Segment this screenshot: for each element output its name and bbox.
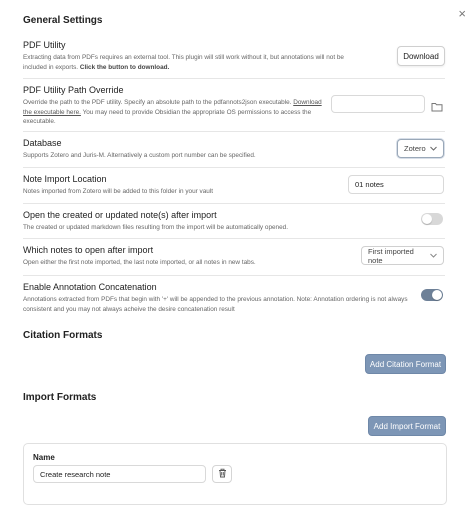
setting-description: The created or updated markdown files re… [23, 224, 288, 231]
setting-description: Open either the first note imported, the… [23, 259, 256, 266]
pdf-path-input[interactable] [331, 95, 425, 113]
import-format-name-input[interactable]: Create research note [33, 465, 206, 483]
setting-description: Annotations extracted from PDFs that beg… [23, 296, 408, 313]
setting-description: Extracting data from PDFs requires an ex… [23, 54, 344, 71]
divider [23, 238, 445, 239]
setting-description: Notes imported from Zotero will be added… [23, 188, 214, 195]
divider [23, 78, 445, 79]
chevron-down-icon [430, 251, 437, 260]
which-notes-select-value: First imported note [368, 246, 414, 265]
divider [23, 167, 445, 168]
concatenation-toggle[interactable] [421, 289, 443, 301]
setting-name: Database [23, 138, 62, 148]
setting-description: Supports Zotero and Juris-M. Alternative… [23, 152, 256, 159]
setting-description: Override the path to the PDF utility. Sp… [23, 99, 322, 125]
divider [23, 131, 445, 132]
download-button[interactable]: Download [397, 46, 445, 66]
folder-icon[interactable] [431, 99, 443, 112]
section-title-import: Import Formats [23, 392, 97, 403]
setting-name: Enable Annotation Concatenation [23, 282, 157, 292]
section-title-citation: Citation Formats [23, 330, 103, 341]
divider [23, 275, 445, 276]
section-title-general: General Settings [23, 15, 103, 26]
trash-icon [218, 465, 227, 483]
setting-pdf-utility: PDF Utility Extracting data from PDFs re… [23, 40, 447, 72]
which-notes-select[interactable]: First imported note [361, 246, 444, 265]
database-select-value: Zotero [404, 144, 426, 153]
download-hint: Click the button to download. [79, 63, 170, 71]
delete-import-format-button[interactable] [212, 465, 232, 483]
setting-name: PDF Utility [23, 40, 66, 50]
open-notes-toggle[interactable] [421, 213, 443, 225]
setting-name: Open the created or updated note(s) afte… [23, 210, 217, 220]
add-citation-format-button[interactable]: Add Citation Format [365, 354, 446, 374]
divider [23, 203, 445, 204]
setting-open-notes: Open the created or updated note(s) afte… [23, 210, 447, 233]
add-import-format-button[interactable]: Add Import Format [368, 416, 446, 436]
chevron-down-icon [430, 144, 437, 153]
name-label: Name [33, 453, 55, 462]
import-location-input[interactable]: 01 notes [348, 175, 444, 194]
setting-concatenation: Enable Annotation Concatenation Annotati… [23, 282, 447, 314]
setting-database: Database Supports Zotero and Juris-M. Al… [23, 138, 447, 161]
setting-name: PDF Utility Path Override [23, 85, 124, 95]
database-select[interactable]: Zotero [397, 139, 444, 158]
import-format-card: Name Create research note [23, 443, 447, 505]
close-icon[interactable]: × [458, 6, 466, 21]
